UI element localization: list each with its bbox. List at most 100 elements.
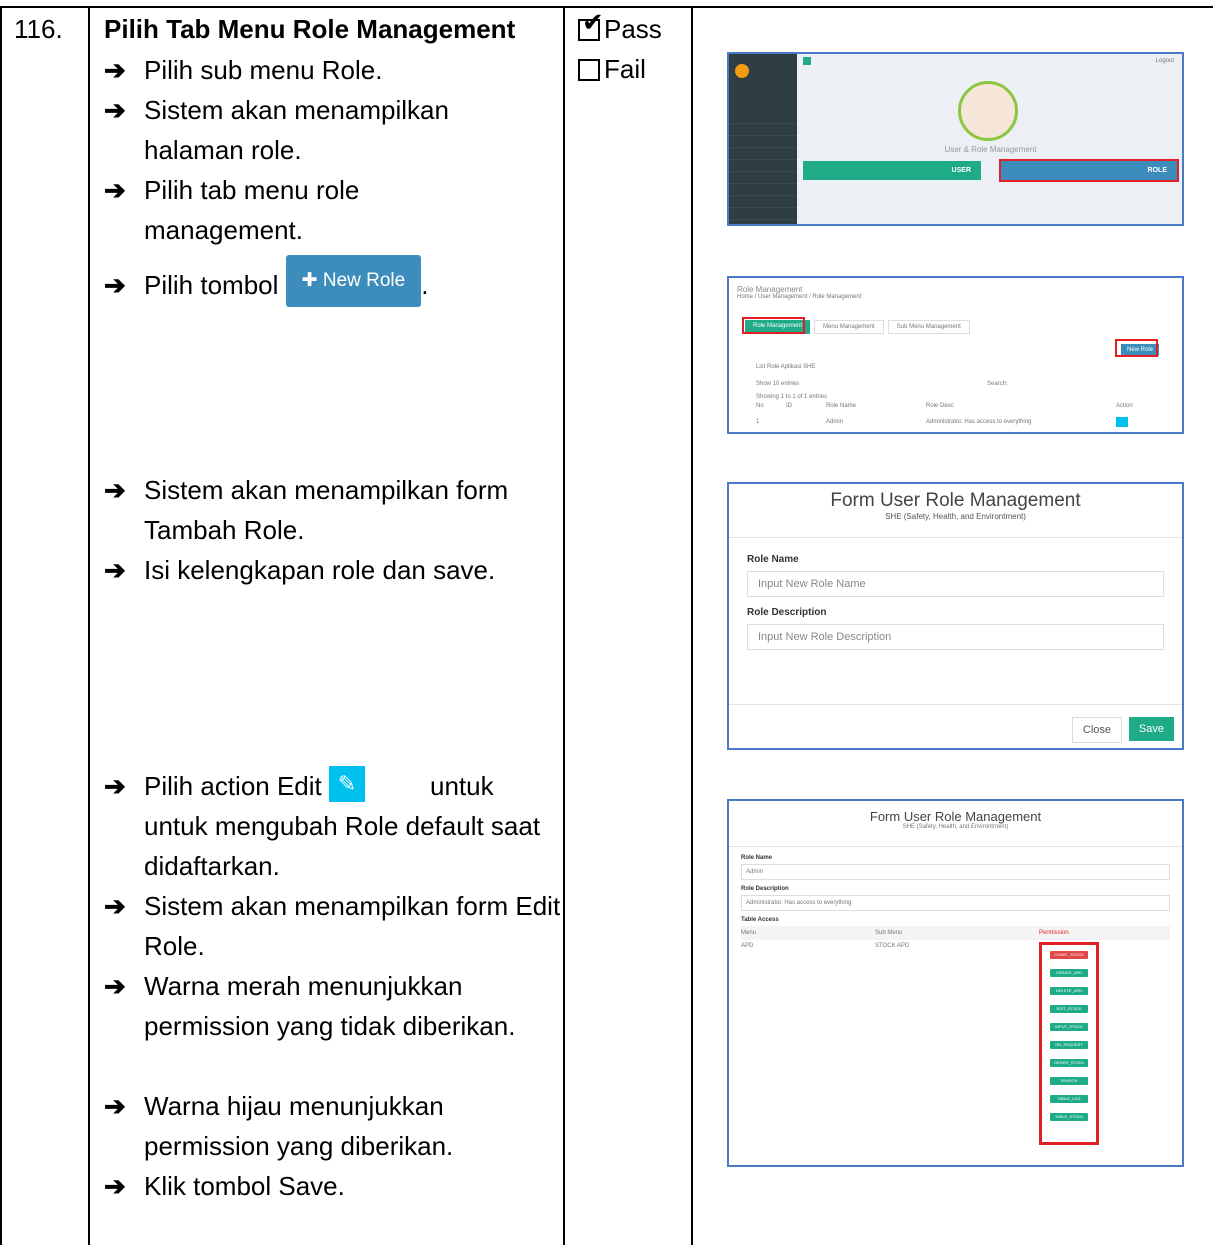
sidebar-item[interactable]	[729, 172, 797, 184]
screenshot-role-management-list: Role Management Home / User Management /…	[727, 276, 1184, 434]
sidebar-item[interactable]	[729, 196, 797, 208]
avatar	[735, 64, 749, 78]
column-header: Permission	[1039, 930, 1069, 936]
list-title: List Role Aplikasi SHE	[756, 364, 816, 370]
permission-badge[interactable]: DELETE_APD	[1050, 987, 1088, 995]
column-divider	[691, 6, 693, 1245]
access-table-header: Menu Sub Menu Permission	[741, 926, 1170, 940]
step-title: Pilih Tab Menu Role Management	[104, 14, 516, 44]
sidebar	[729, 54, 797, 224]
sidebar-item[interactable]	[729, 148, 797, 160]
form-subtitle: SHE (Safety, Health, and Environtment)	[885, 512, 1026, 521]
step-6: ➔ Isi kelengkapan role dan save.	[104, 555, 496, 585]
column-divider	[0, 6, 2, 1245]
column-header: No	[756, 403, 764, 409]
sub-menu-cell: STOCK APD	[875, 943, 910, 949]
row-number: 116.	[14, 14, 63, 44]
user-button[interactable]: USER	[803, 161, 981, 180]
step-7-tail: untuk mengubah Role default saat didafta…	[144, 811, 541, 881]
checkbox-checked-icon	[578, 7, 604, 41]
role-description-input[interactable]: Administrator. Has access to everything	[741, 895, 1170, 911]
step-7: ➔ Pilih action Edit ✎	[104, 766, 372, 806]
sidebar-item[interactable]	[729, 208, 797, 220]
form-title: Form User Role Management	[869, 809, 1042, 824]
show-entries[interactable]: Show 10 entries	[756, 381, 799, 387]
step-4: ➔ Pilih tombol ✚ New Role.	[104, 255, 428, 317]
menu-cell: APD	[741, 943, 754, 949]
role-name-input[interactable]: Admin	[741, 864, 1170, 880]
highlight-box	[742, 317, 805, 334]
permission-badge[interactable]: CREATE_APD	[1050, 969, 1088, 977]
pass-checkbox[interactable]: Pass	[578, 7, 662, 45]
permission-badge[interactable]: EDIT_STOCK	[1050, 1005, 1088, 1013]
users-illustration-icon	[958, 81, 1018, 141]
column-header: Role Desc	[926, 403, 954, 409]
column-header: Sub Menu	[875, 930, 903, 936]
column-divider	[563, 6, 565, 1245]
new-role-inline-button: ✚ New Role	[285, 255, 422, 307]
table-cell: Admin	[826, 419, 844, 425]
permission-list: CHART_STOCK CREATE_APD DELETE_APD EDIT_S…	[1039, 942, 1099, 1145]
role-name-label: Role Name	[741, 855, 773, 861]
edit-icon[interactable]	[1116, 417, 1128, 427]
sidebar-item[interactable]	[729, 136, 797, 148]
role-name-input[interactable]: Input New Role Name	[747, 571, 1164, 597]
edit-icon: ✎	[329, 766, 365, 802]
column-header: Menu	[741, 930, 757, 936]
sidebar-profile	[729, 54, 797, 112]
highlight-box	[1115, 339, 1158, 357]
test-case-table: 116. Pilih Tab Menu Role Management ➔ Pil…	[0, 0, 1213, 1245]
column-header: Role Name	[826, 403, 857, 409]
sidebar-item[interactable]	[729, 112, 797, 124]
role-description-label: Role Description	[741, 886, 789, 892]
column-header: ID	[786, 403, 792, 409]
table-row: 1 Admin Administrator. Has access to eve…	[756, 417, 1156, 427]
screenshot-user-role-management: Logout User & Role Management USER ROLE	[727, 52, 1184, 226]
role-description-input[interactable]: Input New Role Description	[747, 624, 1164, 650]
menu-toggle-icon[interactable]	[803, 57, 811, 65]
sidebar-item[interactable]	[729, 184, 797, 196]
step-9: ➔ Warna merah menunjukkan permission yang…	[104, 971, 516, 1041]
close-button[interactable]: Close	[1071, 717, 1122, 743]
step-11: ➔ Klik tombol Save.	[104, 1171, 345, 1201]
column-header: Action	[1116, 403, 1133, 409]
step-10: ➔ Warna hijau menunjukkan permission yang…	[104, 1091, 454, 1161]
step-7-tail-a: untuk	[430, 771, 494, 801]
page-title: User & Role Management	[944, 145, 1037, 154]
logout-link[interactable]: Logout	[1156, 58, 1174, 64]
step-5: ➔ Sistem akan menampilkan form Tambah Rol…	[104, 475, 509, 545]
permission-badge[interactable]: TABLE_LOG	[1050, 1095, 1088, 1103]
step-3: ➔ Pilih tab menu role management.	[104, 175, 360, 245]
form-subtitle: SHE (Safety, Health, and Environtment)	[902, 824, 1009, 830]
sidebar-item[interactable]	[729, 160, 797, 172]
permission-badge[interactable]: TABLE_STOCK	[1050, 1113, 1088, 1121]
permission-badge[interactable]: ON_REQUEST	[1050, 1041, 1088, 1049]
step-2: ➔ Sistem akan menampilkan halaman role.	[104, 95, 449, 165]
table-header: No ID Role Name Role Desc Action	[756, 403, 1156, 409]
breadcrumb: Home / User Management / Role Management	[737, 294, 862, 300]
step-8: ➔ Sistem akan menampilkan form Edit Role.	[104, 891, 561, 961]
table-top-border	[0, 6, 1213, 8]
access-table-row: APD STOCK APD CHART_STOCK CREATE_APD DEL…	[741, 940, 1170, 1145]
table-cell: Administrator. Has access to everything	[926, 419, 1032, 425]
table-cell: 1	[756, 419, 760, 425]
permission-badge[interactable]: ORDER_STOCK	[1050, 1059, 1088, 1067]
column-divider	[88, 6, 90, 1245]
screenshot-form-edit-role: Form User Role Management SHE (Safety, H…	[727, 799, 1184, 1167]
step-1: ➔ Pilih sub menu Role.	[104, 55, 383, 85]
permission-badge[interactable]: CHART_STOCK	[1050, 951, 1088, 959]
highlight-box	[999, 159, 1179, 182]
permission-badge[interactable]: INPUT_STOCK	[1050, 1023, 1088, 1031]
table-access-label: Table Access	[741, 917, 779, 923]
screenshot-form-add-role: Form User Role Management SHE (Safety, H…	[727, 482, 1184, 750]
checkbox-empty-icon	[578, 58, 600, 81]
sidebar-item[interactable]	[729, 124, 797, 136]
tab-menu-management[interactable]: Menu Management	[814, 320, 884, 334]
fail-checkbox[interactable]: Fail	[578, 54, 646, 85]
form-title: Form User Role Management	[830, 490, 1081, 511]
tab-sub-menu-management[interactable]: Sub Menu Management	[887, 320, 970, 334]
save-button[interactable]: Save	[1128, 717, 1174, 741]
showing-info: Showing 1 to 1 of 1 entries	[756, 394, 828, 400]
permission-badge[interactable]: SEARCH	[1050, 1077, 1088, 1085]
search-label: Search:	[987, 381, 1008, 387]
